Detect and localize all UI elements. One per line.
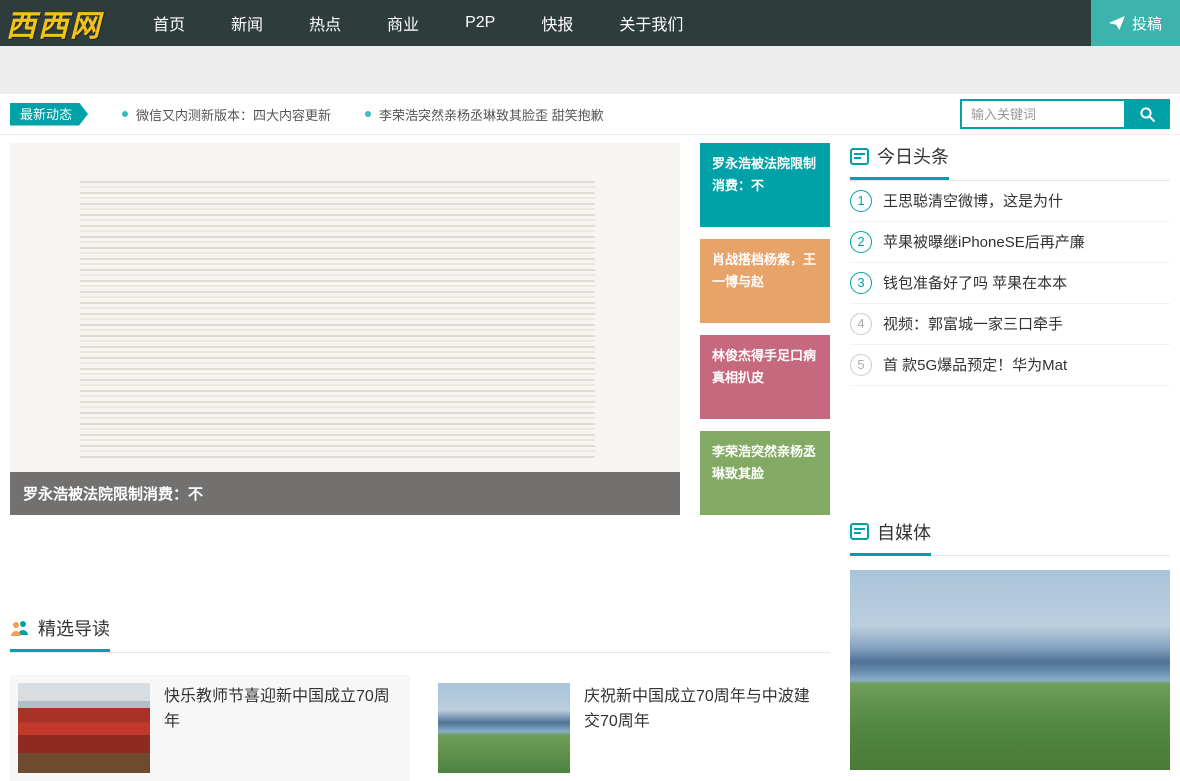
top-strip — [0, 46, 1180, 94]
headlines-title: 今日头条 — [877, 143, 949, 169]
paper-plane-icon — [1109, 15, 1125, 31]
headline-text: 首 款5G爆品预定！华为Mat — [883, 354, 1067, 375]
navbar: 西西网 首页 新闻 热点 商业 P2P 快报 关于我们 投稿 — [0, 0, 1180, 46]
media-title: 自媒体 — [877, 519, 931, 545]
left-column: 罗永浩被法院限制消费：不 罗永浩被法院限制消费：不 肖战搭档杨紫，王一博与赵 林… — [10, 143, 830, 781]
headline-text: 王思聪清空微博，这是为什 — [883, 190, 1063, 211]
story-tile[interactable]: 肖战搭档杨紫，王一博与赵 — [700, 239, 830, 323]
articles-row: 快乐教师节喜迎新中国成立70周年 庆祝新中国成立70周年与中波建交70周年 — [10, 675, 830, 781]
featured-caption: 罗永浩被法院限制消费：不 — [10, 472, 680, 515]
featured-story[interactable]: 罗永浩被法院限制消费：不 — [10, 143, 680, 515]
article-thumbnail — [18, 683, 150, 773]
latest-badge: 最新动态 — [10, 103, 88, 126]
nav-item-p2p[interactable]: P2P — [442, 0, 518, 46]
search-button[interactable] — [1124, 99, 1170, 129]
featured-reads-section: 精选导读 快乐教师节喜迎新中国成立70周年 庆祝新中国成立70周年与中波建交70… — [10, 615, 830, 781]
people-icon — [10, 619, 30, 637]
nav-item-express[interactable]: 快报 — [518, 0, 596, 46]
featured-image — [80, 181, 595, 460]
nav-item-news[interactable]: 新闻 — [208, 0, 286, 46]
media-header: 自媒体 — [850, 519, 1170, 557]
ticker-link-text: 微信又内测新版本：四大内容更新 — [136, 105, 331, 124]
nav-item-about[interactable]: 关于我们 — [596, 0, 706, 46]
submit-button[interactable]: 投稿 — [1091, 0, 1180, 46]
headline-text: 视频：郭富城一家三口牵手 — [883, 313, 1063, 334]
article-card[interactable]: 庆祝新中国成立70周年与中波建交70周年 — [430, 675, 830, 781]
ticker-items: 微信又内测新版本：四大内容更新 李荣浩突然亲杨丞琳致其脸歪 甜笑抱歉 — [122, 105, 604, 124]
submit-label: 投稿 — [1132, 13, 1162, 34]
nav-item-business[interactable]: 商业 — [364, 0, 442, 46]
article-title: 快乐教师节喜迎新中国成立70周年 — [164, 685, 402, 773]
news-ticker: 最新动态 微信又内测新版本：四大内容更新 李荣浩突然亲杨丞琳致其脸歪 甜笑抱歉 — [0, 94, 1180, 135]
media-section: 自媒体 — [850, 519, 1170, 771]
right-column: 今日头条 1 王思聪清空微博，这是为什 2 苹果被曝继iPhoneSE后再产廉 … — [850, 143, 1170, 781]
rank-badge: 4 — [850, 313, 872, 335]
headline-text: 苹果被曝继iPhoneSE后再产廉 — [883, 231, 1085, 252]
logo[interactable]: 西西网 — [0, 0, 116, 46]
headline-item[interactable]: 5 首 款5G爆品预定！华为Mat — [850, 345, 1170, 386]
headlines-list: 1 王思聪清空微博，这是为什 2 苹果被曝继iPhoneSE后再产廉 3 钱包准… — [850, 181, 1170, 386]
main-nav: 首页 新闻 热点 商业 P2P 快报 关于我们 — [130, 0, 706, 46]
story-tiles: 罗永浩被法院限制消费：不 肖战搭档杨紫，王一博与赵 林俊杰得手足口病真相扒皮 李… — [700, 143, 830, 515]
ticker-link-text: 李荣浩突然亲杨丞琳致其脸歪 甜笑抱歉 — [379, 105, 604, 124]
reads-title: 精选导读 — [38, 615, 110, 641]
ticker-link[interactable]: 微信又内测新版本：四大内容更新 — [122, 105, 331, 124]
headline-item[interactable]: 3 钱包准备好了吗 苹果在本本 — [850, 263, 1170, 304]
nav-item-hot[interactable]: 热点 — [286, 0, 364, 46]
article-title: 庆祝新中国成立70周年与中波建交70周年 — [584, 685, 822, 773]
story-tile[interactable]: 李荣浩突然亲杨丞琳致其脸 — [700, 431, 830, 515]
search-box — [960, 99, 1170, 129]
article-card[interactable]: 快乐教师节喜迎新中国成立70周年 — [10, 675, 410, 781]
story-tile[interactable]: 林俊杰得手足口病真相扒皮 — [700, 335, 830, 419]
headline-item[interactable]: 4 视频：郭富城一家三口牵手 — [850, 304, 1170, 345]
search-icon — [1139, 106, 1156, 123]
media-story-image[interactable] — [850, 570, 1170, 770]
rank-badge: 2 — [850, 231, 872, 253]
headline-item[interactable]: 1 王思聪清空微博，这是为什 — [850, 181, 1170, 222]
newspaper-icon — [850, 148, 869, 165]
ticker-link[interactable]: 李荣浩突然亲杨丞琳致其脸歪 甜笑抱歉 — [365, 105, 604, 124]
article-thumbnail — [438, 683, 570, 773]
rank-badge: 3 — [850, 272, 872, 294]
search-input[interactable] — [960, 99, 1124, 129]
newspaper-icon — [850, 523, 869, 540]
story-tile[interactable]: 罗永浩被法院限制消费：不 — [700, 143, 830, 227]
bullet-dot-icon — [365, 111, 371, 117]
bullet-dot-icon — [122, 111, 128, 117]
main-content: 罗永浩被法院限制消费：不 罗永浩被法院限制消费：不 肖战搭档杨紫，王一博与赵 林… — [10, 143, 1170, 781]
reads-header: 精选导读 — [10, 615, 830, 653]
rank-badge: 5 — [850, 354, 872, 376]
rank-badge: 1 — [850, 190, 872, 212]
headline-item[interactable]: 2 苹果被曝继iPhoneSE后再产廉 — [850, 222, 1170, 263]
headline-text: 钱包准备好了吗 苹果在本本 — [883, 272, 1067, 293]
headlines-header: 今日头条 — [850, 143, 1170, 181]
nav-item-home[interactable]: 首页 — [130, 0, 208, 46]
